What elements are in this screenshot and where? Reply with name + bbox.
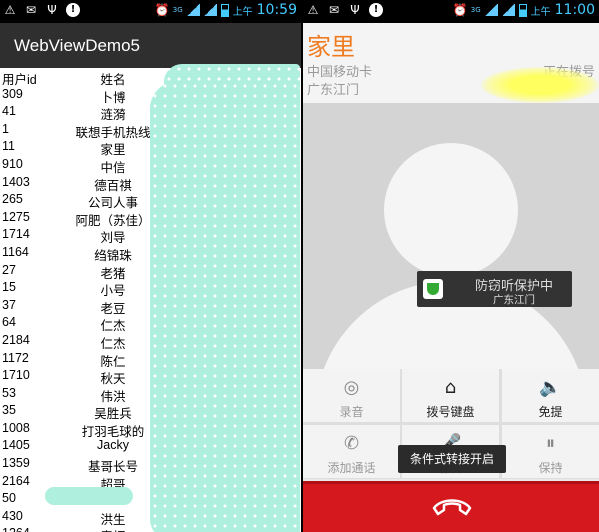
cell-id: 910 (2, 156, 23, 171)
end-call-button[interactable] (303, 481, 599, 532)
call-header: 家里 中国移动卡 广东江门 正在拨号 (303, 23, 599, 103)
cell-id: 1403 (2, 174, 30, 189)
contact-avatar: 防窃听保护中 广东江门 (303, 103, 599, 369)
cell-id: 1714 (2, 227, 30, 242)
cell-id: 11 (2, 139, 15, 154)
dialpad-button[interactable]: ⌂ 拨号键盘 (402, 369, 499, 422)
usb-icon: Ψ (350, 3, 360, 17)
notification-icon: ! (369, 3, 383, 17)
speaker-icon: 🔈 (539, 377, 562, 398)
usb-icon: Ψ (47, 3, 57, 17)
hangup-icon (432, 499, 472, 516)
signal-icon (186, 4, 200, 16)
cell-id: 35 (2, 403, 16, 418)
signal-icon-2 (501, 4, 515, 16)
status-bar: ⚠ ✉ Ψ ! ⏰ 3G 上午 11:00 (303, 0, 599, 23)
cell-id: 1275 (2, 209, 30, 224)
app-title: WebViewDemo5 (0, 23, 301, 68)
cell-id: 2164 (2, 473, 30, 488)
toast-subtitle: 广东江门 (493, 294, 535, 306)
alarm-icon: ⏰ (154, 3, 170, 17)
cell-id: 1164 (2, 244, 29, 259)
avatar-head (384, 143, 518, 277)
notification-icon: ! (66, 3, 80, 17)
voicemail-icon: ◎ (343, 377, 360, 398)
cell-id: 50 (2, 491, 16, 506)
status-bar: ⚠ ✉ Ψ ! ⏰ 3G 上午 10:59 (0, 0, 301, 23)
status-ampm: 上午 (530, 6, 551, 18)
cell-id: 15 (2, 280, 16, 295)
battery-icon (220, 3, 229, 17)
cell-id: 64 (2, 315, 16, 330)
record-label: 录音 (339, 405, 364, 419)
cell-id: 1172 (2, 350, 29, 365)
cell-id: 1710 (2, 368, 30, 383)
cell-name: 春桐 (100, 526, 125, 532)
alarm-icon: ⏰ (452, 3, 468, 17)
cell-id: 37 (2, 297, 16, 312)
app-notification-icon: ✉ (25, 3, 37, 17)
right-phone-screen: ⚠ ✉ Ψ ! ⏰ 3G 上午 11:00 家里 中国移动卡 广东江门 正在拨号… (303, 0, 599, 532)
call-forwarding-toast: 条件式转接开启 (398, 445, 506, 473)
dialpad-label: 拨号键盘 (426, 405, 475, 419)
redaction-scribble-row (45, 487, 133, 505)
cell-id: 1405 (2, 438, 30, 453)
caller-location: 广东江门 (307, 83, 360, 98)
network-type: 3G (470, 6, 481, 14)
hold-button[interactable]: ⏸ 保持 (502, 425, 599, 478)
warning-icon: ⚠ (4, 3, 16, 17)
anti-eavesdrop-toast: 防窃听保护中 广东江门 (417, 271, 572, 307)
cell-id: 309 (2, 86, 23, 101)
cell-id: 430 (2, 508, 23, 523)
signal-icon (484, 4, 498, 16)
network-type: 3G (172, 6, 183, 14)
status-time: 11:00 (554, 2, 595, 18)
redaction-highlight (481, 67, 599, 103)
cell-id: 27 (2, 262, 16, 277)
dialpad-icon: ⌂ (444, 377, 457, 398)
cell-name: Jacky (97, 438, 129, 453)
cell-id: 1264 (2, 526, 30, 532)
cell-id: 1008 (2, 420, 30, 435)
battery-icon (518, 3, 527, 17)
record-button[interactable]: ◎ 录音 (303, 369, 400, 422)
cell-id: 265 (2, 192, 23, 207)
cell-id: 2184 (2, 332, 30, 347)
app-notification-icon: ✉ (328, 3, 340, 17)
cell-id: 1359 (2, 456, 30, 471)
add-call-icon: ✆ (343, 433, 360, 454)
left-phone-screen: ⚠ ✉ Ψ ! ⏰ 3G 上午 10:59 WebViewDemo5 用户id … (0, 0, 301, 532)
cell-id: 41 (2, 104, 16, 119)
add-call-label: 添加通话 (327, 461, 376, 475)
redaction-scribble (150, 81, 300, 532)
hold-icon: ⏸ (546, 433, 555, 454)
speaker-label: 免提 (538, 405, 563, 419)
signal-icon-2 (203, 4, 217, 16)
add-call-button[interactable]: ✆ 添加通话 (303, 425, 400, 478)
status-time: 10:59 (256, 2, 297, 18)
shield-icon (423, 279, 443, 299)
cell-id: 1 (2, 121, 9, 136)
cell-id: 53 (2, 385, 16, 400)
caller-name: 家里 (307, 33, 355, 61)
speaker-button[interactable]: 🔈 免提 (502, 369, 599, 422)
carrier-label: 中国移动卡 (307, 65, 373, 80)
hold-label: 保持 (538, 461, 563, 475)
warning-icon: ⚠ (307, 3, 319, 17)
status-ampm: 上午 (232, 6, 253, 18)
